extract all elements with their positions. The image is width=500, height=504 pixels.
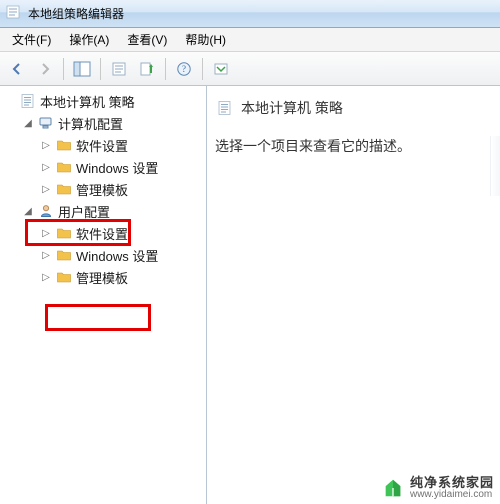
tree-root-label: 本地计算机 策略 <box>40 92 135 111</box>
details-pane: 本地计算机 策略 选择一个项目来查看它的描述。 <box>207 86 500 504</box>
expand-icon[interactable]: ▷ <box>40 249 52 261</box>
watermark: 纯净系统家园 www.yidaimei.com <box>382 476 494 500</box>
collapse-icon[interactable]: ◢ <box>22 205 34 217</box>
toolbar-separator <box>100 58 101 80</box>
toolbar-separator <box>202 58 203 80</box>
folder-icon <box>56 159 72 175</box>
user-icon <box>38 203 54 219</box>
menu-action-label: 操作(A) <box>69 33 109 47</box>
toolbar: ? <box>0 52 500 86</box>
collapse-icon[interactable]: ◢ <box>22 117 34 129</box>
tree-item-label: 软件设置 <box>76 136 128 155</box>
window-titlebar: 本地组策略编辑器 <box>0 0 500 28</box>
filter-icon <box>213 61 229 77</box>
tree-user-config[interactable]: ◢ 用户配置 <box>20 200 206 222</box>
toolbar-separator <box>63 58 64 80</box>
properties-icon <box>111 61 127 77</box>
tree-user-software[interactable]: ▷ 软件设置 <box>38 222 206 244</box>
toolbar-export-button[interactable] <box>134 56 160 82</box>
menu-view-label: 查看(V) <box>127 33 167 47</box>
tree-computer-config-label: 计算机配置 <box>58 114 123 133</box>
expand-icon[interactable]: ▷ <box>40 183 52 195</box>
show-hide-tree-icon <box>73 60 91 78</box>
toolbar-back-button[interactable] <box>4 56 30 82</box>
details-title: 本地计算机 策略 <box>241 98 343 118</box>
watermark-url: www.yidaimei.com <box>410 490 494 501</box>
tree-item-label: 管理模板 <box>76 268 128 287</box>
help-icon: ? <box>176 61 192 77</box>
expand-icon[interactable]: ▷ <box>40 139 52 151</box>
tree-computer-windows[interactable]: ▷ Windows 设置 <box>38 156 206 178</box>
content-area: ▶ 本地计算机 策略 <box>0 86 500 504</box>
toolbar-filter-button[interactable] <box>208 56 234 82</box>
menu-help-label: 帮助(H) <box>185 33 226 47</box>
policy-doc-icon <box>20 93 36 109</box>
tree-user-config-label: 用户配置 <box>58 202 110 221</box>
toolbar-forward-button[interactable] <box>32 56 58 82</box>
tree-user-admin-templates[interactable]: ▷ 管理模板 <box>38 266 206 288</box>
tree-root[interactable]: ▶ 本地计算机 策略 <box>2 90 206 112</box>
watermark-name: 纯净系统家园 <box>410 476 494 490</box>
tree-item-label: 软件设置 <box>76 224 128 243</box>
menu-file[interactable]: 文件(F) <box>4 29 59 50</box>
menu-help[interactable]: 帮助(H) <box>177 29 234 50</box>
expand-icon[interactable]: ▷ <box>40 227 52 239</box>
folder-icon <box>56 247 72 263</box>
watermark-text: 纯净系统家园 www.yidaimei.com <box>410 476 494 500</box>
details-description: 选择一个项目来查看它的描述。 <box>213 130 494 164</box>
tree-item-label: Windows 设置 <box>76 158 158 177</box>
window-title: 本地组策略编辑器 <box>28 5 124 22</box>
cropped-edge-hint <box>490 136 500 196</box>
annotation-highlight-admin-templates <box>45 304 151 331</box>
folder-icon <box>56 225 72 241</box>
toolbar-help-button[interactable]: ? <box>171 56 197 82</box>
menubar: 文件(F) 操作(A) 查看(V) 帮助(H) <box>0 28 500 52</box>
policy-doc-icon <box>217 100 233 116</box>
computer-icon <box>38 115 54 131</box>
expand-icon[interactable]: ▷ <box>40 161 52 173</box>
svg-text:?: ? <box>182 64 186 74</box>
tree-pane: ▶ 本地计算机 策略 <box>0 86 207 504</box>
expand-icon[interactable]: ▷ <box>40 271 52 283</box>
tree-user-windows[interactable]: ▷ Windows 设置 <box>38 244 206 266</box>
folder-icon <box>56 181 72 197</box>
folder-icon <box>56 269 72 285</box>
back-icon <box>9 61 25 77</box>
menu-view[interactable]: 查看(V) <box>119 29 175 50</box>
details-title-row: 本地计算机 策略 <box>213 94 494 130</box>
watermark-logo-icon <box>382 477 404 499</box>
app-icon <box>6 4 22 23</box>
export-list-icon <box>139 61 155 77</box>
menu-action[interactable]: 操作(A) <box>61 29 117 50</box>
toolbar-separator <box>165 58 166 80</box>
tree-computer-admin-templates[interactable]: ▷ 管理模板 <box>38 178 206 200</box>
forward-icon <box>37 61 53 77</box>
toolbar-properties-button[interactable] <box>106 56 132 82</box>
menu-file-label: 文件(F) <box>12 33 51 47</box>
tree-item-label: 管理模板 <box>76 180 128 199</box>
tree-computer-config[interactable]: ◢ 计算机配置 <box>20 112 206 134</box>
folder-icon <box>56 137 72 153</box>
policy-tree[interactable]: ▶ 本地计算机 策略 <box>0 90 206 288</box>
tree-computer-software[interactable]: ▷ 软件设置 <box>38 134 206 156</box>
toolbar-show-hide-tree-button[interactable] <box>69 56 95 82</box>
tree-item-label: Windows 设置 <box>76 246 158 265</box>
